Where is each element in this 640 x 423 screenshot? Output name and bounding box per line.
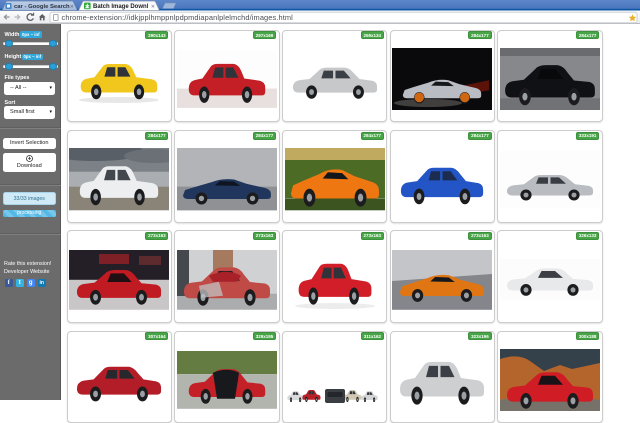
svg-text:×: × — [151, 3, 155, 10]
svg-text:×: × — [70, 3, 74, 10]
svg-text:car - Google Search: car - Google Search — [14, 4, 70, 10]
svg-text:chrome-extension://idkjpplhmpp: chrome-extension://idkjpplhmppnlpdpmdiap… — [62, 13, 294, 22]
svg-text:Batch Image Downl: Batch Image Downl — [93, 4, 149, 10]
